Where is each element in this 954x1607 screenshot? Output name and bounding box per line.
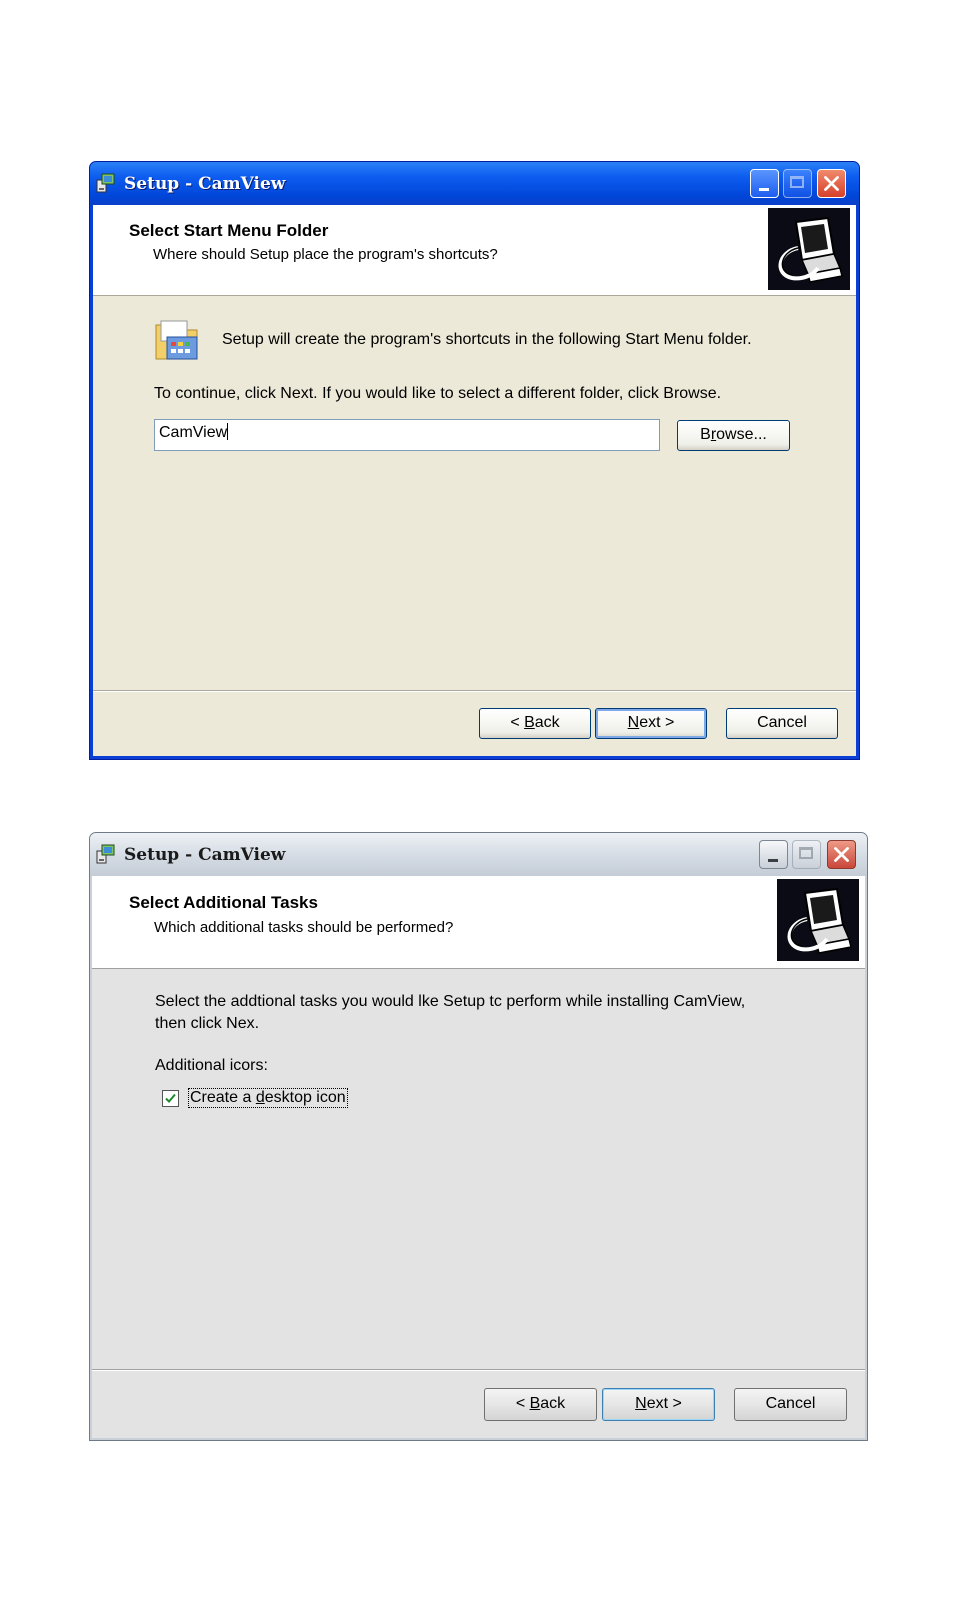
start-menu-folder-input[interactable]: CamView xyxy=(154,419,660,451)
next-button[interactable]: Next > xyxy=(602,1388,715,1421)
minimize-icon xyxy=(759,188,769,191)
back-button[interactable]: < Back xyxy=(479,708,591,739)
setup-window-start-menu: Setup - CamView Select Start Menu Folder… xyxy=(89,161,860,760)
close-icon xyxy=(824,176,839,191)
footer-divider xyxy=(92,1369,865,1371)
instruction-text: To continue, click Next. If you would li… xyxy=(154,385,722,402)
window-title: Setup - CamView xyxy=(124,845,286,865)
dialog-client-area: Select Start Menu Folder Where should Se… xyxy=(93,205,856,756)
page-title: Select Start Menu Folder xyxy=(129,221,329,240)
folder-value: CamView xyxy=(159,424,228,441)
wizard-header: Select Start Menu Folder Where should Se… xyxy=(93,205,856,296)
dialog-client-area: Select Additional Tasks Which additional… xyxy=(92,876,865,1438)
minimize-button[interactable] xyxy=(759,840,788,869)
group-label: Additional icors: xyxy=(155,1057,268,1074)
maximize-button xyxy=(792,840,821,869)
window-title: Setup - CamView xyxy=(124,174,286,194)
text-caret xyxy=(227,423,229,440)
start-menu-folder-icon xyxy=(155,320,198,360)
instruction-text: Select the addtional tasks you would lke… xyxy=(155,993,746,1010)
setup-window-additional-tasks: Setup - CamView Select Additional Tasks … xyxy=(89,832,868,1441)
cancel-button[interactable]: Cancel xyxy=(734,1388,847,1421)
close-icon xyxy=(834,847,849,862)
info-text: Setup will create the program's shortcut… xyxy=(222,331,752,348)
title-bar[interactable]: Setup - CamView xyxy=(90,162,859,205)
desktop-icon-checkbox-label[interactable]: Create a desktop icon xyxy=(188,1088,348,1108)
page-title: Select Additional Tasks xyxy=(129,893,318,912)
close-button[interactable] xyxy=(817,169,846,198)
footer-divider xyxy=(93,690,856,692)
back-button[interactable]: < Back xyxy=(484,1388,597,1421)
instruction-text-continued: then click Nex. xyxy=(155,1015,260,1032)
computer-install-icon xyxy=(768,208,850,290)
minimize-icon xyxy=(768,859,778,862)
next-button[interactable]: Next > xyxy=(595,708,707,739)
computer-install-icon xyxy=(777,879,859,961)
title-bar[interactable]: Setup - CamView xyxy=(90,833,867,876)
desktop-icon-checkbox[interactable] xyxy=(162,1090,179,1107)
maximize-icon xyxy=(799,847,813,859)
checkmark-icon xyxy=(165,1093,176,1103)
maximize-icon xyxy=(790,176,804,188)
page-subtitle: Which additional tasks should be perform… xyxy=(154,919,454,936)
browse-button[interactable]: Browse... xyxy=(677,420,790,451)
maximize-button xyxy=(783,169,812,198)
setup-app-icon xyxy=(96,844,115,864)
minimize-button[interactable] xyxy=(750,169,779,198)
setup-app-icon xyxy=(96,173,115,193)
wizard-header: Select Additional Tasks Which additional… xyxy=(92,876,865,969)
page-subtitle: Where should Setup place the program's s… xyxy=(153,246,498,263)
close-button[interactable] xyxy=(827,840,856,869)
cancel-button[interactable]: Cancel xyxy=(726,708,838,739)
